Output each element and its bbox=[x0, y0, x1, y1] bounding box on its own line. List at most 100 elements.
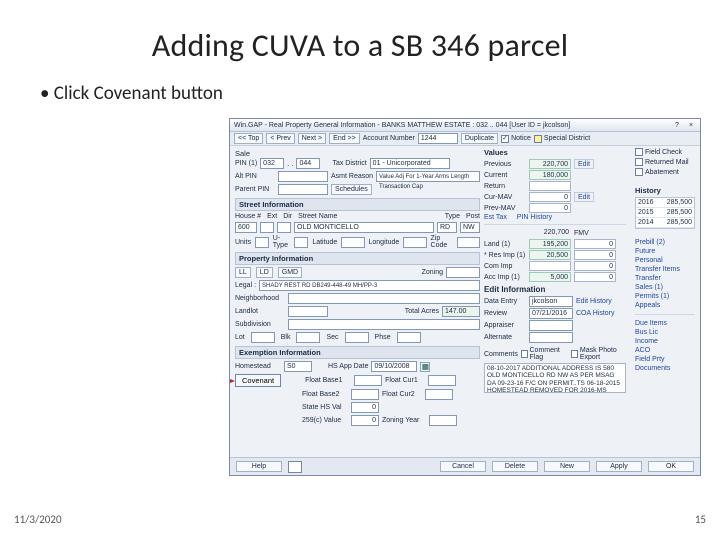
nav-prev-button[interactable]: < Prev bbox=[266, 133, 294, 144]
history-title: History bbox=[635, 186, 695, 195]
link-bus-lic[interactable]: Bus Lic bbox=[635, 329, 695, 336]
float-cur2-input[interactable] bbox=[425, 389, 453, 400]
nav-end-button[interactable]: End >> bbox=[329, 133, 360, 144]
link-permits[interactable]: Permits (1) bbox=[635, 293, 695, 300]
parent-pin-input[interactable] bbox=[278, 184, 328, 195]
zoning-input[interactable] bbox=[446, 267, 480, 278]
account-number-input[interactable]: 1244 bbox=[418, 133, 458, 144]
fmv-value: 220,700 bbox=[529, 228, 571, 238]
alt-pin-input[interactable] bbox=[278, 171, 328, 182]
sec-input[interactable] bbox=[345, 332, 369, 343]
link-personal[interactable]: Personal bbox=[635, 257, 695, 264]
schedules-button[interactable]: Schedules bbox=[331, 184, 372, 195]
landlot-input[interactable] bbox=[288, 306, 328, 317]
coa-history-button[interactable]: COA History bbox=[576, 310, 615, 317]
259c-value-input[interactable]: 0 bbox=[351, 415, 379, 426]
ext-input[interactable] bbox=[260, 222, 274, 233]
state-hs-val-input[interactable]: 0 bbox=[351, 402, 379, 413]
close-icon[interactable]: × bbox=[686, 122, 696, 129]
lot-input[interactable] bbox=[251, 332, 275, 343]
asmt-reason-select[interactable]: Value Adj For 1-Year Arms Length Transac… bbox=[376, 171, 480, 182]
acc-imp-value: 5,000 bbox=[529, 272, 571, 282]
ok-button[interactable]: OK bbox=[648, 461, 694, 472]
review-input[interactable]: 07/21/2016 bbox=[529, 308, 573, 319]
link-future[interactable]: Future bbox=[635, 248, 695, 255]
link-field-prty[interactable]: Field Prty bbox=[635, 356, 695, 363]
phse-input[interactable] bbox=[397, 332, 421, 343]
nav-top-button[interactable]: << Top bbox=[234, 133, 263, 144]
street-type-select[interactable]: RD bbox=[437, 222, 457, 233]
camera-icon[interactable] bbox=[288, 461, 302, 473]
help-icon[interactable]: ? bbox=[672, 122, 682, 129]
help-button[interactable]: Help bbox=[236, 461, 282, 472]
link-aco[interactable]: ACO bbox=[635, 347, 695, 354]
post-input[interactable]: NW bbox=[460, 222, 480, 233]
abatement-checkbox[interactable]: Abatement bbox=[635, 168, 695, 176]
left-column: PIN (1) 032 . . 044 Tax District 01 - Un… bbox=[235, 158, 480, 426]
link-sales[interactable]: Sales (1) bbox=[635, 284, 695, 291]
nav-next-button[interactable]: Next > bbox=[298, 133, 326, 144]
appraiser-input[interactable] bbox=[529, 320, 573, 331]
link-documents[interactable]: Documents bbox=[635, 365, 695, 372]
link-appeals[interactable]: Appeals bbox=[635, 302, 695, 309]
pin-history-button[interactable]: PIN History bbox=[517, 214, 552, 221]
gmd-button[interactable]: GMD bbox=[278, 267, 302, 278]
tax-district-select[interactable]: 01 - Unicorporated bbox=[370, 158, 450, 169]
link-income[interactable]: Income bbox=[635, 338, 695, 345]
current-value: 180,000 bbox=[529, 170, 571, 180]
utype-input[interactable] bbox=[294, 237, 308, 248]
link-due-items[interactable]: Due Items bbox=[635, 320, 695, 327]
special-district-checkbox[interactable]: Special District bbox=[534, 135, 590, 143]
previous-value: 220,700 bbox=[529, 159, 571, 169]
zoning-year-input[interactable] bbox=[429, 415, 457, 426]
zip-input[interactable] bbox=[457, 237, 480, 248]
delete-button[interactable]: Delete bbox=[492, 461, 538, 472]
cancel-button[interactable]: Cancel bbox=[440, 461, 486, 472]
duplicate-button[interactable]: Duplicate bbox=[461, 133, 498, 144]
field-check-checkbox[interactable]: Field Check bbox=[635, 148, 695, 156]
hs-app-date-input[interactable]: 09/10/2008 bbox=[371, 361, 417, 372]
comment-flag-checkbox[interactable]: Comment Flag bbox=[521, 347, 565, 361]
mask-photo-checkbox[interactable]: Mask Photo Export bbox=[571, 347, 626, 361]
notice-checkbox[interactable]: Notice bbox=[501, 135, 531, 143]
homestead-select[interactable]: S0 bbox=[284, 361, 312, 372]
float-base1-input[interactable] bbox=[354, 375, 382, 386]
history-table: 2016285,500 2015285,500 2014285,500 bbox=[635, 197, 695, 229]
total-acres-input[interactable]: 147.00 bbox=[442, 306, 480, 317]
covenant-button[interactable]: Covenant bbox=[235, 374, 281, 387]
apply-button[interactable]: Apply bbox=[596, 461, 642, 472]
est-tax-button[interactable]: Est Tax bbox=[484, 214, 507, 221]
pin1b-input[interactable]: 044 bbox=[296, 158, 320, 169]
comments-textarea[interactable]: 08-10-2017 ADDITIONAL ADDRESS IS 580 OLD… bbox=[484, 363, 626, 393]
pin1a-input[interactable]: 032 bbox=[260, 158, 284, 169]
ll-button[interactable]: LL bbox=[235, 267, 251, 278]
float-cur1-input[interactable] bbox=[428, 375, 456, 386]
values-edit2-button[interactable]: Edit bbox=[574, 192, 594, 202]
units-input[interactable] bbox=[255, 237, 269, 248]
returned-mail-checkbox[interactable]: Returned Mail bbox=[635, 158, 695, 166]
footer-bar: Help Cancel Delete New Apply OK bbox=[230, 457, 700, 475]
legal-input[interactable]: SHADY REST RD DB249-448-49 MH/PP-3 bbox=[259, 280, 480, 291]
street-input[interactable]: OLD MONTICELLO bbox=[294, 222, 434, 233]
long-input[interactable] bbox=[403, 237, 426, 248]
data-entry-input[interactable]: jkcolson bbox=[529, 296, 573, 307]
street-info-section: Street Information bbox=[235, 198, 480, 211]
lat-input[interactable] bbox=[341, 237, 364, 248]
link-prebill[interactable]: Prebill (2) bbox=[635, 239, 695, 246]
edit-history-button[interactable]: Edit History bbox=[576, 298, 612, 305]
house-input[interactable]: 600 bbox=[235, 222, 257, 233]
neighborhood-select[interactable] bbox=[288, 293, 480, 304]
values-edit-button[interactable]: Edit bbox=[574, 159, 594, 169]
blk-input[interactable] bbox=[296, 332, 320, 343]
float-base2-input[interactable] bbox=[351, 389, 379, 400]
subdivision-input[interactable] bbox=[288, 319, 480, 330]
exemption-info-section: Exemption Information bbox=[235, 346, 480, 359]
return-value bbox=[529, 181, 571, 191]
new-button[interactable]: New bbox=[544, 461, 590, 472]
alternate-input[interactable] bbox=[529, 332, 573, 343]
link-transfer-items[interactable]: Transfer Items bbox=[635, 266, 695, 273]
ld-button[interactable]: LD bbox=[256, 267, 273, 278]
dir-input[interactable] bbox=[277, 222, 291, 233]
link-transfer[interactable]: Transfer bbox=[635, 275, 695, 282]
calendar-icon[interactable]: ▦ bbox=[420, 362, 430, 372]
